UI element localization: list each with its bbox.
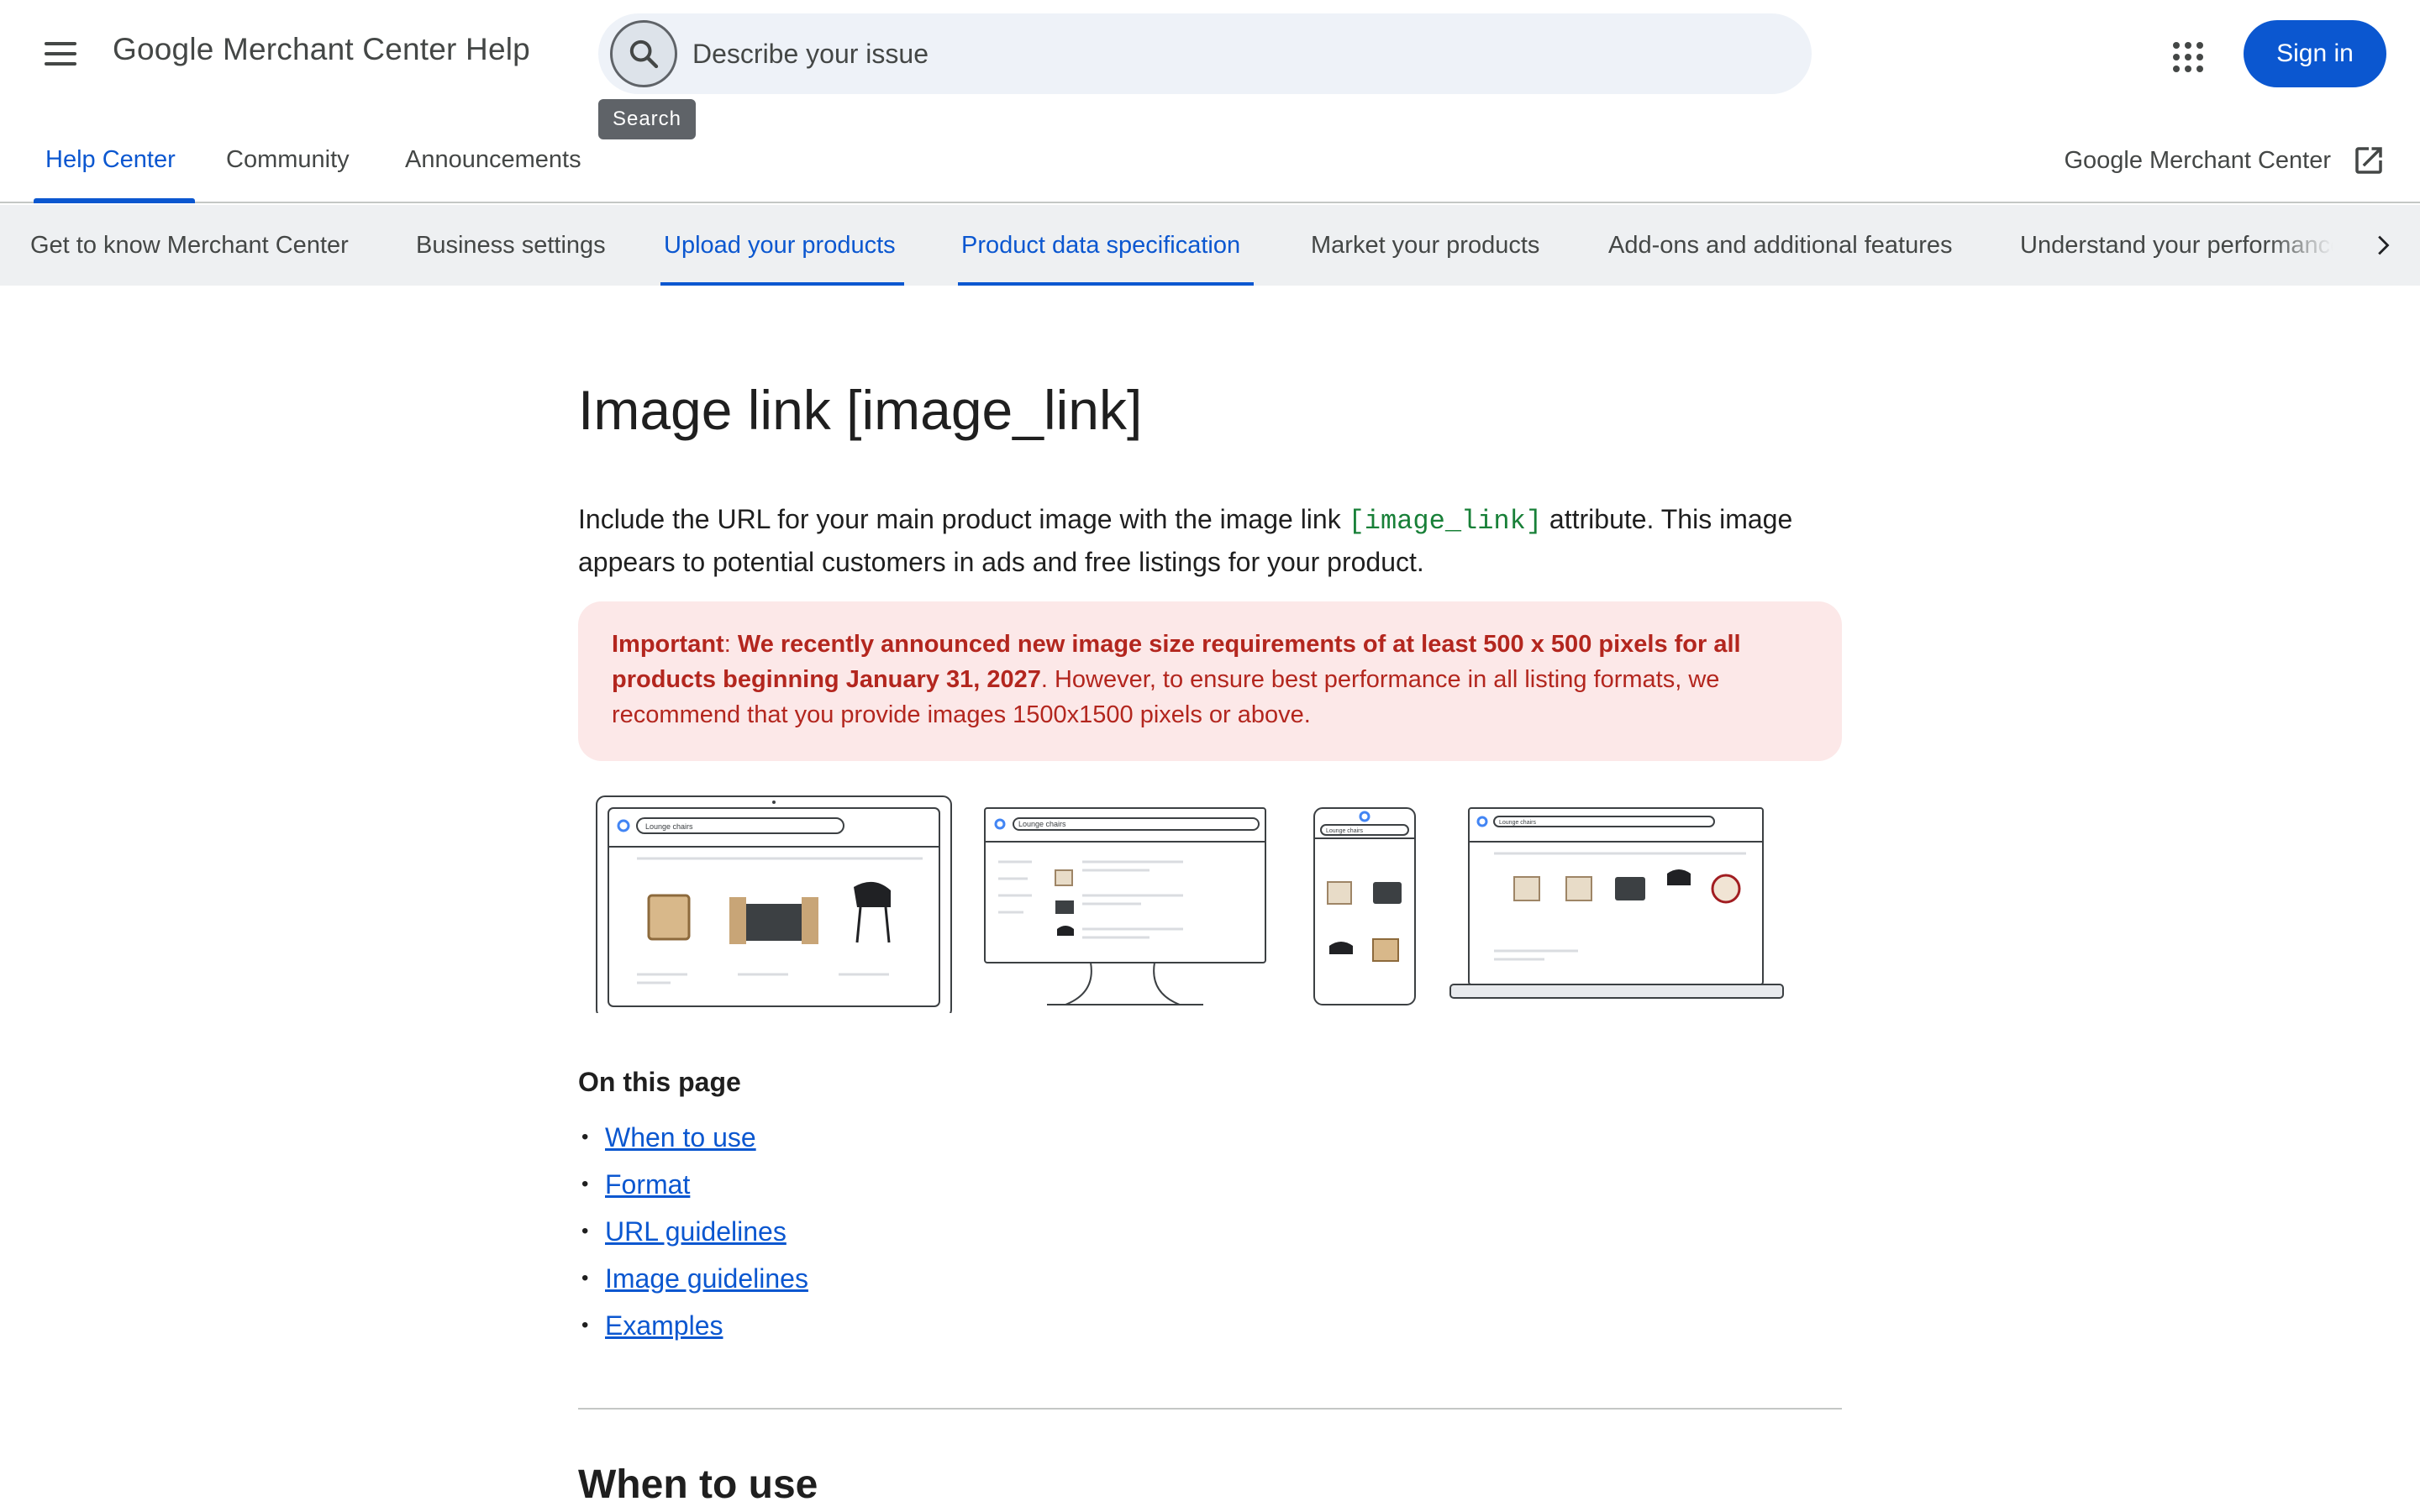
list-item: • Image guidelines — [581, 1263, 808, 1294]
active-tab-indicator — [34, 198, 195, 203]
list-item: • Examples — [581, 1310, 723, 1341]
category-active-indicator — [660, 282, 904, 286]
tab-announcements[interactable]: Announcements — [405, 146, 581, 174]
list-item: • Format — [581, 1168, 691, 1200]
desktop-illustration — [984, 807, 1266, 963]
svg-text:Lounge chairs: Lounge chairs — [1499, 820, 1536, 826]
category-upload-products[interactable]: Upload your products — [664, 232, 896, 260]
on-this-page-title: On this page — [578, 1067, 741, 1097]
top-app-bar: Google Merchant Center Help Search Sign … — [0, 0, 2420, 139]
category-business-settings[interactable]: Business settings — [416, 232, 606, 260]
important-callout: Important: We recently announced new ima… — [578, 601, 1842, 761]
toc-link-url-guidelines[interactable]: URL guidelines — [605, 1216, 786, 1247]
product-name[interactable]: Google Merchant Center Help — [113, 32, 530, 67]
page-title: Image link [image_link] — [578, 379, 1143, 441]
svg-text:Lounge chairs: Lounge chairs — [1018, 820, 1066, 828]
callout-label: Important — [612, 631, 724, 658]
toc-link-examples[interactable]: Examples — [605, 1310, 723, 1341]
section-title-when-to-use: When to use — [578, 1462, 818, 1507]
apps-grid-icon — [2173, 42, 2180, 49]
category-get-to-know[interactable]: Get to know Merchant Center — [30, 232, 349, 260]
tab-help-center[interactable]: Help Center — [45, 146, 176, 174]
chair-images — [647, 869, 1741, 962]
attribute-code: [image_link] — [1348, 506, 1543, 537]
chevron-right-icon — [2378, 235, 2390, 255]
list-item: • When to use — [581, 1121, 756, 1153]
category-product-data-spec[interactable]: Product data specification — [961, 232, 1240, 260]
list-item: • URL guidelines — [581, 1215, 786, 1247]
help-center-nav: Help Center Community Announcements Goog… — [0, 126, 2420, 203]
svg-text:Lounge chairs: Lounge chairs — [1326, 828, 1363, 834]
tab-community[interactable]: Community — [226, 146, 350, 174]
category-add-ons[interactable]: Add-ons and additional features — [1608, 232, 1953, 260]
merchant-center-link-label: Google Merchant Center — [2064, 146, 2331, 174]
intro-paragraph: Include the URL for your main product im… — [578, 504, 1793, 577]
toc-link-when-to-use[interactable]: When to use — [605, 1122, 756, 1153]
category-market-products[interactable]: Market your products — [1311, 232, 1539, 260]
search-input[interactable] — [692, 34, 1768, 74]
merchant-center-link[interactable]: Google Merchant Center — [2064, 143, 2386, 178]
svg-text:Lounge chairs: Lounge chairs — [645, 822, 693, 831]
table-of-contents: • When to use • Format • URL guidelines • Im… — [578, 1114, 808, 1349]
device-listings-illustration: Lounge chairs Lounge chairs Lounge chair… — [596, 795, 1784, 1013]
search-button[interactable] — [610, 20, 677, 87]
main-menu-button[interactable] — [37, 34, 84, 74]
search-icon — [629, 39, 659, 69]
hamburger-icon — [45, 42, 76, 45]
category-scroll-right-button[interactable] — [2344, 205, 2420, 286]
category-nav: Get to know Merchant Center Business set… — [0, 205, 2420, 286]
section-divider — [578, 1408, 1842, 1410]
toc-link-image-guidelines[interactable]: Image guidelines — [605, 1263, 808, 1294]
search-bar[interactable] — [598, 13, 1812, 94]
sign-in-button[interactable]: Sign in — [2244, 20, 2386, 87]
google-apps-button[interactable] — [2168, 37, 2208, 77]
open-in-new-icon — [2355, 147, 2382, 174]
toc-link-format[interactable]: Format — [605, 1169, 690, 1200]
category-active-indicator — [958, 282, 1254, 286]
